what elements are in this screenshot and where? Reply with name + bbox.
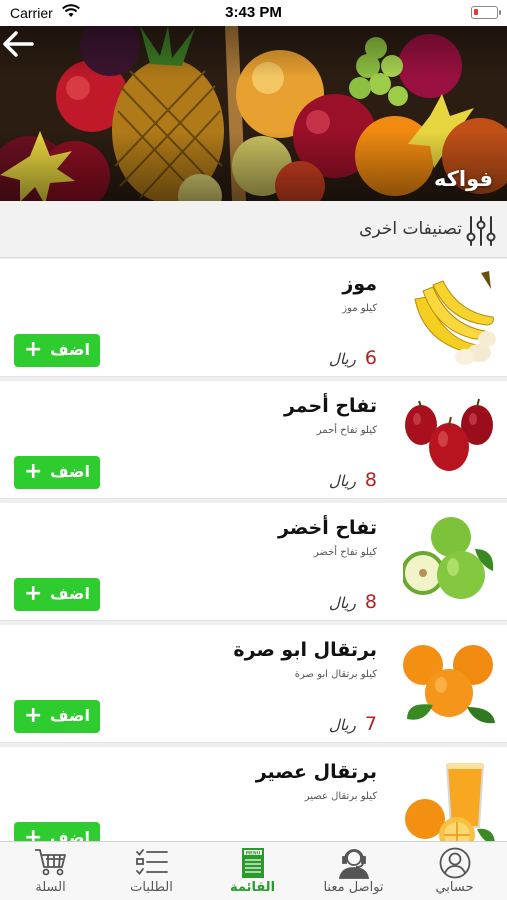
- other-categories-button[interactable]: تصنيفات اخرى: [0, 201, 507, 258]
- product-name: تفاح أخضر: [278, 517, 377, 539]
- checklist-icon: [136, 849, 168, 875]
- green-apples-image: [403, 517, 494, 599]
- price-value: 8: [364, 469, 377, 491]
- product-price: 8 ريال: [329, 591, 377, 613]
- add-label: اضف: [50, 584, 90, 603]
- add-to-cart-button[interactable]: + اضف: [14, 822, 100, 841]
- product-card[interactable]: برتقال عصير كيلو برتقال عصير + اضف: [0, 747, 507, 841]
- add-to-cart-button[interactable]: + اضف: [14, 456, 100, 489]
- tab-cart[interactable]: السلة: [0, 842, 101, 900]
- cart-icon: [35, 849, 66, 876]
- product-unit: كيلو تفاح أخضر: [313, 547, 377, 558]
- battery-icon: [471, 6, 501, 19]
- tab-label: تواصل معنا: [323, 880, 384, 895]
- add-to-cart-button[interactable]: + اضف: [14, 700, 100, 733]
- price-currency: ريال: [328, 350, 356, 368]
- price-value: 8: [364, 591, 377, 613]
- product-price: 6 ريال: [329, 347, 377, 369]
- product-unit: كيلو برتقال عصير: [304, 791, 377, 802]
- category-hero: فواكه: [0, 26, 507, 201]
- product-unit: كيلو برتقال ابو صرة: [294, 669, 377, 680]
- support-agent-icon: [338, 849, 370, 879]
- clock: 3:43 PM: [225, 4, 282, 21]
- red-apples-image: [405, 398, 493, 471]
- add-to-cart-button[interactable]: + اضف: [14, 334, 100, 367]
- tab-bar: السلة الطلبات MENU القائمة تواصل معنا حس…: [0, 841, 507, 900]
- plus-icon: +: [24, 337, 43, 362]
- plus-icon: +: [24, 459, 43, 484]
- add-label: اضف: [50, 462, 90, 481]
- tab-label: الطلبات: [130, 880, 173, 895]
- product-card[interactable]: موز كيلو موز 6 ريال + اضف: [0, 259, 507, 377]
- hero-shade: [0, 26, 507, 201]
- tab-contact[interactable]: تواصل معنا: [303, 842, 404, 900]
- add-label: اضف: [50, 828, 90, 841]
- sliders-icon: [466, 216, 496, 246]
- product-name: موز: [342, 273, 377, 295]
- tab-label: السلة: [35, 880, 66, 895]
- price-value: 7: [364, 713, 377, 735]
- other-categories-label: تصنيفات اخرى: [359, 219, 462, 239]
- orange-juice-image: [405, 763, 495, 841]
- svg-text:MENU: MENU: [246, 850, 261, 856]
- price-value: 6: [364, 347, 377, 369]
- price-currency: ريال: [328, 716, 356, 734]
- plus-icon: +: [24, 581, 43, 606]
- back-arrow-icon[interactable]: [0, 26, 36, 62]
- product-card[interactable]: برتقال ابو صرة كيلو برتقال ابو صرة 7 ريا…: [0, 625, 507, 743]
- product-card[interactable]: تفاح أخضر كيلو تفاح أخضر 8 ريال + اضف: [0, 503, 507, 621]
- product-card[interactable]: تفاح أحمر كيلو تفاح أحمر 8 ريال + اضف: [0, 381, 507, 499]
- plus-icon: +: [24, 825, 43, 841]
- account-icon: [439, 847, 471, 879]
- add-label: اضف: [50, 340, 90, 359]
- price-currency: ريال: [328, 472, 356, 490]
- tab-label: حسابي: [435, 880, 474, 895]
- product-list[interactable]: موز كيلو موز 6 ريال + اضف تفاح أحمر كيلو…: [0, 259, 507, 841]
- product-name: برتقال ابو صرة: [233, 639, 377, 661]
- product-price: 8 ريال: [329, 469, 377, 491]
- status-bar: Carrier 3:43 PM: [0, 0, 507, 26]
- plus-icon: +: [24, 703, 43, 728]
- tab-account[interactable]: حسابي: [404, 842, 505, 900]
- tab-orders[interactable]: الطلبات: [101, 842, 202, 900]
- add-label: اضف: [50, 706, 90, 725]
- bananas-image: [414, 271, 496, 365]
- price-currency: ريال: [328, 594, 356, 612]
- menu-book-icon: MENU: [242, 848, 264, 878]
- product-unit: كيلو تفاح أحمر: [316, 425, 377, 436]
- oranges-image: [403, 645, 495, 724]
- product-name: برتقال عصير: [255, 761, 377, 783]
- app-screen: Carrier 3:43 PM فواكه تصنيفات اخرى موز ك…: [0, 0, 507, 900]
- product-unit: كيلو موز: [342, 303, 377, 314]
- product-price: 7 ريال: [329, 713, 377, 735]
- tab-menu[interactable]: MENU القائمة: [202, 842, 303, 900]
- tab-label: القائمة: [229, 880, 276, 895]
- product-name: تفاح أحمر: [283, 395, 377, 417]
- category-title: فواكه: [433, 167, 493, 191]
- add-to-cart-button[interactable]: + اضف: [14, 578, 100, 611]
